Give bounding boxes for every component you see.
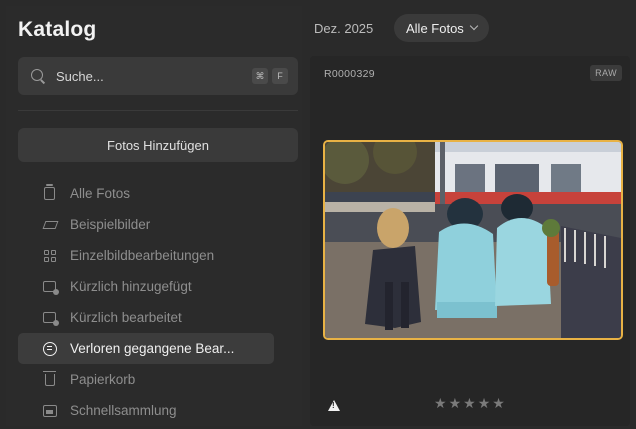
lost-edits-icon — [42, 341, 57, 356]
photo-card[interactable]: R0000329 RAW ! ★ ★ ★ ★ ★ — [310, 56, 630, 426]
search-input[interactable]: Suche... ⌘ F — [18, 57, 298, 95]
star-icon[interactable]: ★ — [449, 396, 462, 410]
filter-dropdown[interactable]: Alle Fotos — [394, 14, 489, 42]
sidebar-item-all-photos[interactable]: Alle Fotos — [18, 178, 274, 209]
sidebar-nav: Alle Fotos Beispielbilder Einzelbildbear… — [18, 178, 274, 426]
add-photos-button[interactable]: Fotos Hinzufügen — [18, 128, 298, 162]
photo-stack-icon — [42, 184, 57, 201]
raw-format-badge: RAW — [590, 65, 622, 81]
catalog-title: Katalog — [18, 18, 97, 41]
sidebar-item-recently-added[interactable]: Kürzlich hinzugefügt — [18, 271, 274, 302]
catalog-sidebar: Katalog Suche... ⌘ F Fotos Hinzufügen Al… — [6, 6, 302, 426]
sidebar-item-label: Verloren gegangene Bear... — [70, 341, 235, 356]
star-icon[interactable]: ★ — [434, 396, 447, 410]
chevron-down-icon — [469, 21, 479, 31]
search-placeholder: Suche... — [56, 68, 104, 84]
star-icon[interactable]: ★ — [492, 396, 505, 410]
sidebar-item-sample-images[interactable]: Beispielbilder — [18, 209, 274, 240]
sidebar-item-label: Kürzlich hinzugefügt — [70, 279, 192, 294]
recently-edited-icon — [42, 310, 59, 326]
photo-file-name: R0000329 — [324, 68, 375, 80]
sidebar-item-single-edits[interactable]: Einzelbildbearbeitungen — [18, 240, 274, 271]
search-icon — [30, 68, 46, 84]
grid-icon — [42, 248, 57, 263]
sidebar-item-trash[interactable]: Papierkorb — [18, 364, 274, 395]
date-group-label: Dez. 2025 — [314, 21, 374, 36]
shortcut-f-key: F — [272, 68, 288, 84]
sidebar-divider — [18, 110, 298, 111]
photo-image — [325, 142, 621, 338]
sidebar-item-label: Schnellsammlung — [70, 403, 177, 418]
graduation-cap-icon — [42, 217, 57, 232]
sidebar-item-label: Alle Fotos — [70, 186, 131, 201]
quick-collection-icon — [42, 403, 57, 418]
sidebar-item-label: Einzelbildbearbeitungen — [70, 248, 215, 263]
shortcut-command-key: ⌘ — [252, 68, 268, 84]
star-icon[interactable]: ★ — [463, 396, 476, 410]
sidebar-item-label: Kürzlich bearbeitet — [70, 310, 182, 325]
sidebar-item-lost-edits[interactable]: Verloren gegangene Bear... — [18, 333, 274, 364]
sidebar-item-label: Beispielbilder — [70, 217, 151, 232]
star-icon[interactable]: ★ — [478, 396, 491, 410]
trash-icon — [42, 370, 57, 387]
star-rating[interactable]: ★ ★ ★ ★ ★ — [434, 396, 505, 410]
sidebar-item-quick-collection[interactable]: Schnellsammlung — [18, 395, 274, 426]
sidebar-item-recently-edited[interactable]: Kürzlich bearbeitet — [18, 302, 274, 333]
sidebar-item-label: Papierkorb — [70, 372, 136, 387]
warning-icon — [328, 400, 340, 411]
photo-thumbnail[interactable] — [323, 140, 623, 340]
filter-dropdown-label: Alle Fotos — [406, 20, 464, 36]
content-toolbar: Dez. 2025 Alle Fotos — [302, 0, 636, 52]
recently-added-icon — [42, 279, 59, 295]
